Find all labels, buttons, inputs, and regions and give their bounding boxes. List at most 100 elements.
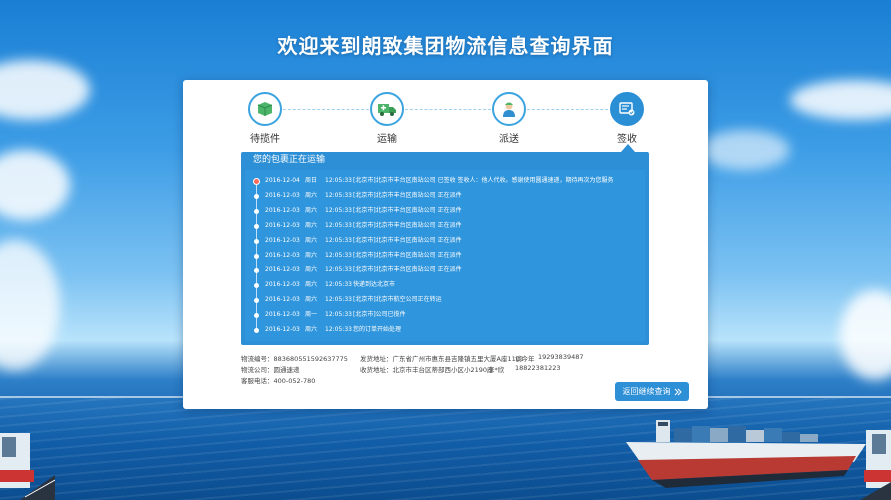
tracking-row: 2016-12-04 周日 12:05:33 [北京市]北京市丰台区南站公司 已签收 …	[245, 174, 645, 188]
tracking-row: 2016-12-03 周六 12:05:33 [北京市]北京市丰台区南站公司 正在派件	[245, 263, 645, 277]
row-date: 2016-12-04	[265, 177, 300, 184]
row-time: 12:05:33	[325, 236, 352, 244]
step-label: 签收	[617, 134, 637, 145]
row-date: 2016-12-03	[265, 281, 300, 289]
progress-steps: 待揽件 运输 派送 签收	[183, 80, 708, 152]
row-description: [北京市]北京市丰台区南站公司 正在派件	[353, 266, 462, 274]
timeline-dot	[254, 328, 259, 333]
row-description: [北京市]北京市丰台区南站公司 已签收 签收人：他人代收。感谢使用圆通速递，期待…	[353, 177, 614, 184]
tracking-panel: 待揽件 运输 派送 签收 您的包裹正在运输 2016-12-04 周日 12:0…	[183, 80, 708, 409]
row-weekday: 周六	[305, 281, 318, 289]
cloud-left-bottom	[0, 240, 60, 370]
row-date: 2016-12-03	[265, 206, 300, 214]
row-description: [北京市]北京市丰台区南站公司 正在派件	[353, 191, 462, 199]
row-time: 12:05:33	[325, 206, 352, 214]
receiver-name: 李*欣	[488, 366, 505, 374]
step-label: 运输	[377, 134, 397, 145]
step-pending-pickup: 待揽件	[235, 92, 295, 145]
row-weekday: 周六	[305, 251, 318, 259]
sender-address: 发货地址：广东省广州市惠东县吉隆镇五里大厦A座1101	[360, 355, 524, 363]
tracking-row: 2016-12-03 周六 12:05:33 快递到达北京市	[245, 278, 645, 292]
sign-receipt-icon	[619, 102, 635, 116]
row-description: [北京市]北京市丰台区南站公司 正在派件	[353, 206, 462, 214]
row-weekday: 周一	[305, 311, 318, 319]
row-weekday: 周六	[305, 206, 318, 214]
row-time: 12:05:33	[325, 191, 352, 199]
row-time: 12:05:33	[325, 251, 352, 259]
row-time: 12:05:33	[325, 266, 352, 274]
truck-left-image	[0, 433, 55, 500]
timeline-dot	[254, 283, 259, 289]
sender-name: 谈今年	[515, 355, 535, 363]
row-date: 2016-12-03	[265, 221, 300, 229]
row-description: [北京市]北京市丰台区南站公司 正在派件	[353, 236, 462, 244]
service-phone: 客服电话：400-052-780	[241, 377, 316, 385]
step-delivery: 派送	[479, 92, 539, 145]
row-time: 12:05:33	[325, 296, 352, 304]
tracking-row: 2016-12-03 周一 12:05:33 [北京市]公司已揽件	[245, 308, 645, 322]
row-description: 您的订单开始处理	[353, 326, 402, 333]
receiver-phone: 18822381223	[515, 364, 561, 372]
row-description: [北京市]北京市航空公司正在转运	[353, 296, 442, 304]
truck-icon	[378, 104, 396, 116]
package-icon	[257, 102, 273, 116]
row-description: [北京市]北京市丰台区南站公司 正在派件	[353, 221, 462, 229]
row-description: 快递到达北京市	[353, 281, 396, 289]
timeline-dot	[254, 193, 259, 199]
step-circle	[370, 92, 404, 126]
timeline-dot	[254, 298, 259, 304]
current-point-dot	[253, 178, 260, 185]
row-date: 2016-12-03	[265, 191, 300, 199]
step-signed: 签收	[597, 92, 657, 145]
step-circle-active	[610, 92, 644, 126]
row-weekday: 周六	[305, 296, 318, 304]
back-button-label: 返回继续查询	[622, 387, 671, 396]
active-step-pointer	[621, 144, 635, 152]
row-weekday: 周六	[305, 191, 318, 199]
tracking-row: 2016-12-03 周六 12:05:33 [北京市]北京市丰台区南站公司 正在派件	[245, 219, 645, 233]
row-date: 2016-12-03	[265, 326, 300, 333]
tracking-row: 2016-12-03 周六 12:05:33 您的订单开始处理	[245, 323, 645, 337]
step-transport: 运输	[357, 92, 417, 145]
step-label: 派送	[499, 134, 519, 145]
cloud-right-mid	[700, 130, 790, 170]
step-label: 待揽件	[250, 134, 280, 145]
timeline-dot	[254, 253, 259, 259]
cloud-left-top	[0, 60, 90, 120]
row-weekday: 周六	[305, 266, 318, 274]
row-date: 2016-12-03	[265, 236, 300, 244]
row-time: 12:05:33	[325, 326, 352, 333]
cargo-ship-image	[626, 420, 866, 488]
tracking-number: 物流编号：883680551592637775	[241, 355, 348, 363]
timeline-dot	[254, 313, 259, 319]
row-weekday: 周六	[305, 326, 318, 333]
tracking-row: 2016-12-03 周六 12:05:33 [北京市]北京市丰台区南站公司 正在派件	[245, 204, 645, 218]
row-date: 2016-12-03	[265, 266, 300, 274]
cloud-right-top	[790, 80, 891, 120]
row-date: 2016-12-03	[265, 251, 300, 259]
timeline-dot	[254, 223, 259, 229]
timeline-dot	[254, 208, 259, 214]
tracking-box: 您的包裹正在运输 2016-12-04 周日 12:05:33 [北京市]北京市丰台区…	[241, 152, 649, 345]
back-to-query-button[interactable]: 返回继续查询	[615, 382, 689, 401]
page-title: 欢迎来到朗致集团物流信息查询界面	[277, 34, 614, 58]
row-description: [北京市]公司已揽件	[353, 311, 406, 319]
tracking-list: 2016-12-04 周日 12:05:33 [北京市]北京市丰台区南站公司 已签收 …	[245, 170, 645, 341]
row-time: 12:05:33	[325, 311, 352, 319]
step-circle	[492, 92, 526, 126]
carrier: 物流公司：圆通速递	[241, 366, 300, 374]
row-date: 2016-12-03	[265, 311, 300, 319]
row-time: 12:05:33	[325, 177, 352, 184]
row-date: 2016-12-03	[265, 296, 300, 304]
receiver-address: 收货地址：北京市丰台区蒂部西小区小2190座	[360, 366, 494, 374]
timeline-dot	[254, 268, 259, 274]
row-time: 12:05:33	[325, 221, 352, 229]
tracking-row: 2016-12-03 周六 12:05:33 [北京市]北京市丰台区南站公司 正在派件	[245, 249, 645, 263]
timeline-dot	[254, 238, 259, 244]
cloud-right-bottom	[840, 290, 891, 380]
tracking-row: 2016-12-03 周六 12:05:33 [北京市]北京市丰台区南站公司 正在派件	[245, 234, 645, 248]
row-time: 12:05:33	[325, 281, 352, 289]
double-chevron-right-icon	[674, 388, 682, 395]
courier-icon	[503, 102, 515, 117]
row-weekday: 周六	[305, 236, 318, 244]
